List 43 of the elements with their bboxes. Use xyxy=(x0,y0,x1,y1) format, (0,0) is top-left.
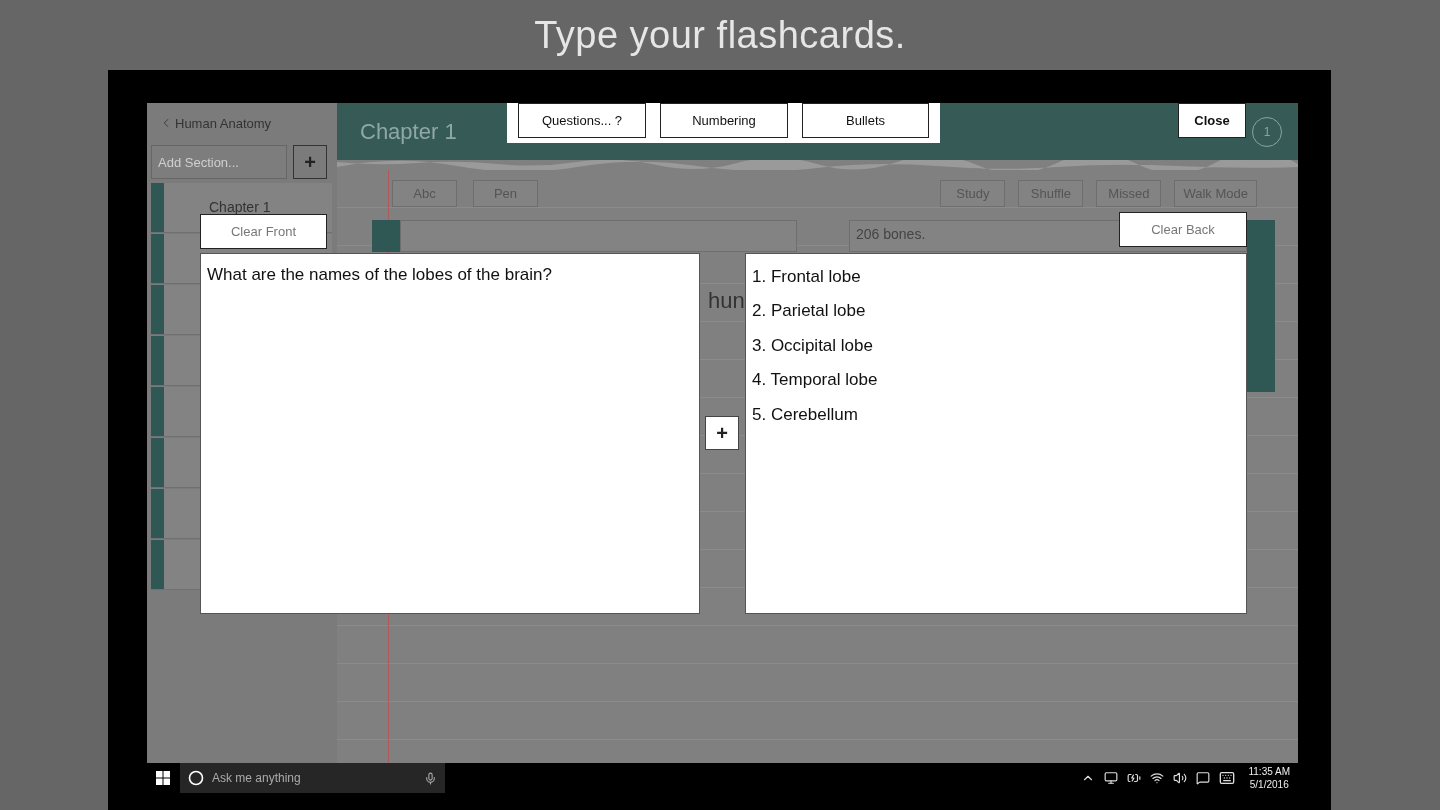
editor-text: 2. Parietal lobe xyxy=(752,300,867,323)
section-color-bar xyxy=(151,438,164,487)
section-color-bar xyxy=(151,285,164,334)
clock-time: 11:35 AM xyxy=(1248,765,1290,778)
search-field[interactable]: Ask me anything xyxy=(180,763,445,793)
format-button[interactable]: Bullets xyxy=(802,103,929,138)
battery-icon[interactable] xyxy=(1127,771,1142,785)
wifi-icon[interactable] xyxy=(1150,771,1165,785)
section-color-bar xyxy=(151,183,164,232)
chapter-title: Chapter 1 xyxy=(360,118,457,145)
caption-title: Type your flashcards. xyxy=(534,13,906,57)
clear-back-button[interactable]: Clear Back xyxy=(1119,212,1247,247)
circle-icon xyxy=(188,770,204,786)
microphone-icon[interactable] xyxy=(424,771,437,785)
back-editor[interactable]: 1. Frontal lobe 2. Parietal lobe 3. Occipital lobe 4. Temporal lobe 5. Cerebellum xyxy=(745,253,1247,614)
section-color-bar xyxy=(151,387,164,436)
editor-text: 1. Frontal lobe xyxy=(752,266,862,288)
editor-text: 5. Cerebellum xyxy=(752,403,859,426)
format-button[interactable]: Questions... ? xyxy=(518,103,646,138)
add-card-button[interactable]: + xyxy=(705,416,739,450)
card-text: hun xyxy=(708,288,745,314)
editor-text: 4. Temporal lobe xyxy=(752,369,879,392)
section-color-bar xyxy=(151,489,164,538)
windows-icon xyxy=(156,771,170,785)
section-color-bar xyxy=(151,540,164,589)
clear-front-button[interactable]: Clear Front xyxy=(200,214,327,249)
monitor-icon[interactable] xyxy=(1104,771,1119,785)
editor-text: 3. Occipital lobe xyxy=(752,334,874,357)
format-button[interactable]: Numbering xyxy=(660,103,788,138)
card-marker xyxy=(372,220,400,252)
section-color-bar xyxy=(151,336,164,385)
section-color-bar xyxy=(151,234,164,283)
message-icon[interactable] xyxy=(1196,771,1211,785)
clock-date: 5/1/2016 xyxy=(1249,778,1289,791)
keyboard-icon[interactable] xyxy=(1219,770,1236,786)
section-title[interactable]: Chapter 1 xyxy=(209,199,271,216)
add-section-field[interactable]: Add Section... xyxy=(151,145,287,179)
front-editor[interactable]: What are the names of the lobes of the brain? xyxy=(200,253,700,614)
editor-text: What are the names of the lobes of the brain? xyxy=(207,264,553,286)
back-link[interactable]: Human Anatomy xyxy=(159,115,272,131)
volume-icon[interactable] xyxy=(1173,771,1188,785)
add-section-button[interactable]: + xyxy=(293,145,327,179)
close-button[interactable]: Close xyxy=(1178,103,1246,138)
